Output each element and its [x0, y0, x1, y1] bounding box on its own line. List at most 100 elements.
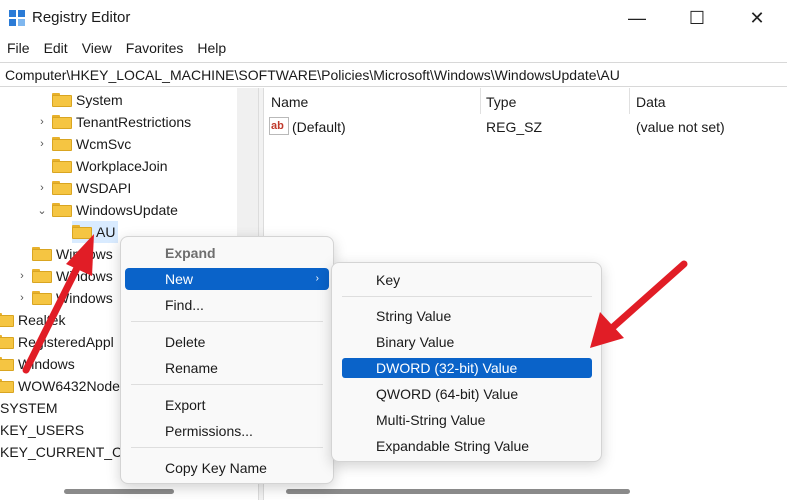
folder-icon [72, 225, 92, 239]
chevron-right-icon[interactable]: › [16, 292, 28, 304]
maximize-button[interactable]: ☐ [674, 0, 720, 36]
folder-icon [0, 335, 14, 349]
menu-separator [131, 321, 323, 322]
submenu-item-dword-value[interactable]: DWORD (32-bit) Value [342, 358, 592, 378]
tree-item-label: Windows [56, 290, 113, 306]
tree-item-au-selected[interactable]: AU [72, 221, 119, 243]
submenu-item-key[interactable]: Key [342, 270, 592, 290]
menu-bar: File Edit View Favorites Help [0, 38, 233, 60]
tree-item-windows-2[interactable]: › Windows [16, 265, 113, 287]
tree-item-label: System [76, 92, 123, 108]
tree-item-wow6432node[interactable]: WOW6432Node [0, 375, 120, 397]
menu-edit[interactable]: Edit [37, 38, 75, 60]
menu-item-rename[interactable]: Rename [125, 357, 329, 379]
address-path: Computer\HKEY_LOCAL_MACHINE\SOFTWARE\Pol… [5, 67, 620, 83]
menu-item-export[interactable]: Export [125, 394, 329, 416]
menu-item-permissions[interactable]: Permissions... [125, 420, 329, 442]
context-menu: Expand New › Find... Delete Rename Expor… [120, 236, 334, 484]
maximize-icon: ☐ [688, 7, 706, 28]
new-submenu: Key String Value Binary Value DWORD (32-… [331, 262, 602, 462]
chevron-down-icon[interactable]: ⌄ [36, 204, 48, 217]
menu-item-delete[interactable]: Delete [125, 331, 329, 353]
menu-item-new[interactable]: New › [125, 268, 329, 290]
tree-item-system[interactable]: System [36, 89, 123, 111]
column-header-name[interactable]: Name [271, 94, 308, 110]
submenu-item-expandable-string-value[interactable]: Expandable String Value [342, 436, 592, 456]
value-name: (Default) [292, 119, 346, 135]
menu-item-find[interactable]: Find... [125, 294, 329, 316]
folder-icon [52, 137, 72, 151]
tree-horizontal-scrollbar[interactable] [64, 489, 174, 494]
folder-icon [32, 291, 52, 305]
menu-separator [131, 447, 323, 448]
chevron-right-icon[interactable]: › [36, 138, 48, 150]
chevron-right-icon[interactable]: › [36, 182, 48, 194]
tree-item-label: WSDAPI [76, 180, 132, 196]
folder-icon [52, 93, 72, 107]
minimize-icon: — [628, 7, 646, 28]
tree-item-windows-4[interactable]: Windows [0, 353, 75, 375]
folder-icon [52, 115, 72, 129]
tree-item-label: WOW6432Node [18, 378, 120, 394]
menu-item-label: New [165, 271, 194, 287]
list-header: Name Type Data [265, 88, 787, 114]
folder-icon [52, 159, 72, 173]
tree-item-label: WorkplaceJoin [76, 158, 168, 174]
tree-item-windows-3[interactable]: › Windows [16, 287, 113, 309]
submenu-item-multi-string-value[interactable]: Multi-String Value [342, 410, 592, 430]
folder-icon [0, 357, 14, 371]
submenu-item-string-value[interactable]: String Value [342, 306, 592, 326]
minimize-button[interactable]: — [614, 0, 660, 36]
menu-item-expand: Expand [165, 245, 216, 261]
menu-file[interactable]: File [0, 38, 37, 60]
tree-item-realtek[interactable]: Realtek [0, 309, 65, 331]
tree-item-hkey-users[interactable]: KEY_USERS [0, 419, 84, 441]
value-type: REG_SZ [486, 119, 543, 135]
tree-item-label: SYSTEM [0, 400, 58, 416]
tree-item-system-hive[interactable]: SYSTEM [0, 397, 58, 419]
tree-item-workplacejoin[interactable]: WorkplaceJoin [36, 155, 168, 177]
menu-favorites[interactable]: Favorites [119, 38, 191, 60]
menu-item-copy-key-name[interactable]: Copy Key Name [125, 457, 329, 479]
menu-separator [342, 296, 592, 297]
tree-item-tenantrestrictions[interactable]: › TenantRestrictions [36, 111, 191, 133]
tree-item-label: Windows [18, 356, 75, 372]
tree-vertical-scrollbar[interactable] [237, 88, 258, 238]
tree-item-label: AU [96, 224, 116, 240]
tree-item-windowsupdate[interactable]: ⌄ WindowsUpdate [36, 199, 178, 221]
tree-item-label: Windows [56, 268, 113, 284]
chevron-right-icon[interactable]: › [16, 270, 28, 282]
tree-item-label: WcmSvc [76, 136, 132, 152]
tree-item-registeredapplications[interactable]: RegisteredAppl [0, 331, 114, 353]
menu-help[interactable]: Help [190, 38, 233, 60]
folder-icon [52, 181, 72, 195]
title-bar: Registry Editor — ☐ ✕ [0, 0, 787, 36]
column-header-type[interactable]: Type [486, 94, 516, 110]
folder-icon [52, 203, 72, 217]
address-bar[interactable]: Computer\HKEY_LOCAL_MACHINE\SOFTWARE\Pol… [0, 62, 787, 87]
tree-item-label: WindowsUpdate [76, 202, 178, 218]
folder-icon [0, 313, 14, 327]
tree-item-wcmsvc[interactable]: › WcmSvc [36, 133, 131, 155]
tree-item-label: Windows [56, 246, 113, 262]
folder-icon [32, 247, 52, 261]
tree-item-wsdapi[interactable]: › WSDAPI [36, 177, 131, 199]
menu-view[interactable]: View [75, 38, 119, 60]
list-horizontal-scrollbar[interactable] [286, 489, 630, 494]
window-title: Registry Editor [32, 9, 131, 26]
table-row[interactable]: ab (Default) REG_SZ (value not set) [265, 116, 787, 138]
chevron-right-icon: › [315, 273, 319, 284]
tree-item-windows-1[interactable]: Windows [16, 243, 113, 265]
tree-item-label: TenantRestrictions [76, 114, 192, 130]
tree-item-label: Realtek [18, 312, 66, 328]
column-divider[interactable] [480, 88, 481, 114]
folder-icon [0, 379, 14, 393]
column-divider[interactable] [629, 88, 630, 114]
submenu-item-qword-value[interactable]: QWORD (64-bit) Value [342, 384, 592, 404]
close-button[interactable]: ✕ [734, 0, 780, 36]
column-header-data[interactable]: Data [636, 94, 666, 110]
close-icon: ✕ [749, 7, 765, 28]
tree-item-label: KEY_USERS [0, 422, 85, 438]
chevron-right-icon[interactable]: › [36, 116, 48, 128]
submenu-item-binary-value[interactable]: Binary Value [342, 332, 592, 352]
